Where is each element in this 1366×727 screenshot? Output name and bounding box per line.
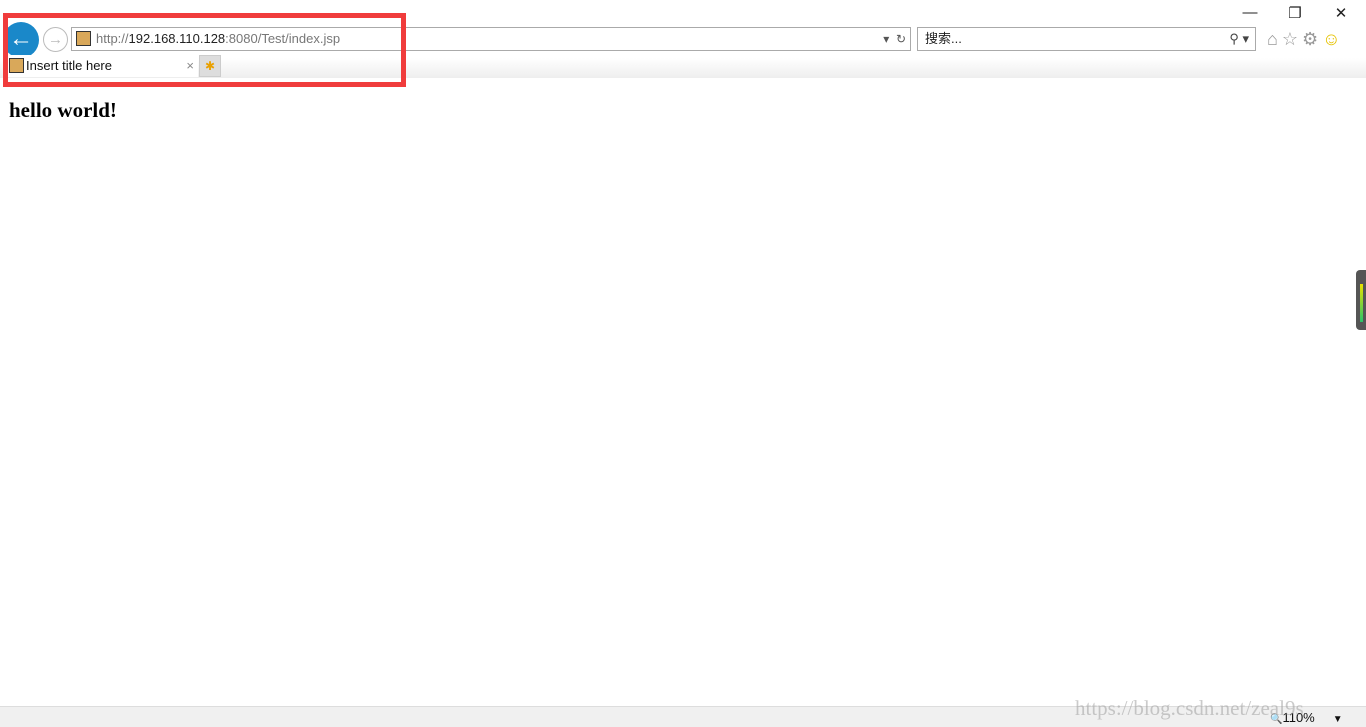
toolbar-icons: ⌂☆⚙☺ [1267,29,1345,50]
star-icon[interactable]: ☆ [1282,29,1302,49]
close-window-button[interactable]: ✕ [1326,4,1356,24]
address-controls: ▾ ↻ [883,28,906,50]
level-meter-icon [1360,284,1363,322]
side-panel-handle[interactable] [1356,270,1366,330]
dropdown-icon[interactable]: ▾ [883,32,889,46]
zoom-dropdown-icon[interactable]: ▼ [1333,714,1343,725]
smiley-icon[interactable]: ☺ [1322,29,1344,49]
home-icon[interactable]: ⌂ [1267,29,1282,49]
restore-button[interactable]: ❐ [1280,4,1310,24]
search-input[interactable]: 搜索... ⚲ ▾ [917,27,1256,51]
search-placeholder: 搜索... [925,31,962,46]
page-heading: hello world! [9,98,117,122]
gear-icon[interactable]: ⚙ [1302,29,1322,49]
search-dropdown-icon[interactable]: ▾ [1242,31,1249,46]
minimize-button[interactable]: — [1235,4,1265,24]
highlight-annotation-box [3,13,406,87]
watermark: https://blog.csdn.net/zeal9s [1075,696,1304,720]
refresh-icon[interactable]: ↻ [896,32,906,46]
search-icon[interactable]: ⚲ [1229,31,1239,46]
